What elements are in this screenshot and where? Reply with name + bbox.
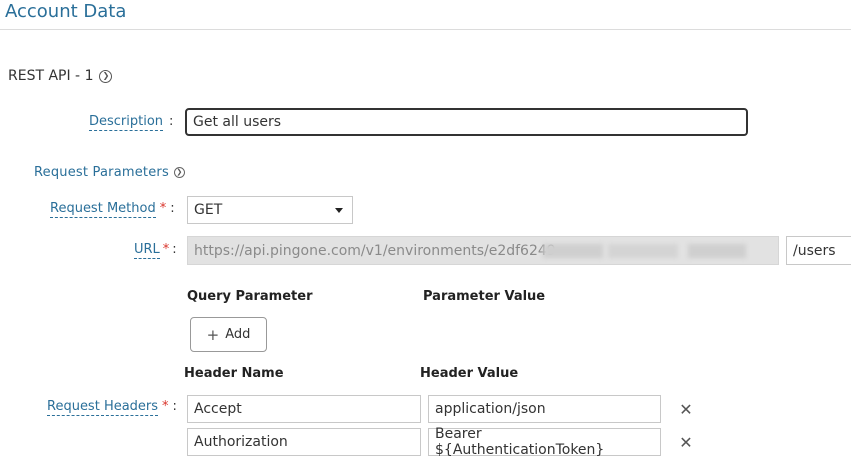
description-label: Description <box>89 114 164 131</box>
header-value-input[interactable]: Bearer ${AuthenticationToken} <box>428 426 661 458</box>
request-method-select[interactable]: GET <box>187 196 353 224</box>
header-name-input[interactable]: Accept <box>187 395 421 423</box>
redacted-block <box>543 244 603 258</box>
header-name-header: Header Name <box>184 366 284 381</box>
remove-header-icon[interactable]: ✕ <box>679 400 693 419</box>
header-name-input[interactable]: Authorization <box>187 428 421 456</box>
description-label-group: Description : <box>89 114 173 131</box>
url-suffix-input[interactable]: /users <box>786 236 851 265</box>
colon: : <box>172 399 177 414</box>
request-method-label: Request Method <box>50 201 156 218</box>
header-value-value: application/json <box>435 401 546 417</box>
request-method-label-group: Request Method * : <box>50 201 175 218</box>
request-parameters-title: Request Parameters <box>34 165 169 180</box>
parameter-value-header: Parameter Value <box>423 289 546 304</box>
header-value-value: Bearer ${AuthenticationToken} <box>435 426 605 458</box>
request-headers-label-group: Request Headers * : <box>47 399 177 416</box>
url-input[interactable]: https://api.pingone.com/v1/environments/… <box>187 236 779 265</box>
url-suffix-value: /users <box>793 242 836 259</box>
request-headers-label: Request Headers <box>47 399 159 416</box>
request-parameters-header: Request Parameters ❯ <box>34 165 185 180</box>
header-value-input[interactable]: application/json <box>428 395 661 423</box>
required-asterisk: * <box>162 242 170 257</box>
query-parameter-header: Query Parameter <box>187 289 313 304</box>
header-name-value: Accept <box>194 401 242 417</box>
colon: : <box>170 201 175 216</box>
url-label: URL <box>134 242 160 259</box>
header-value-header: Header Value <box>420 366 519 381</box>
description-value: Get all users <box>193 114 282 130</box>
section-title: REST API - 1 <box>8 68 94 84</box>
remove-header-icon[interactable]: ✕ <box>679 433 693 452</box>
circle-chevron-icon[interactable]: ❯ <box>99 69 113 83</box>
circle-chevron-icon[interactable]: ❯ <box>173 167 185 178</box>
caret-down-icon <box>335 208 343 213</box>
description-input[interactable]: Get all users <box>185 108 748 136</box>
add-button-label: Add <box>225 327 251 342</box>
colon: : <box>169 114 174 129</box>
url-value: https://api.pingone.com/v1/environments/… <box>194 242 561 259</box>
request-method-value: GET <box>194 202 223 218</box>
redacted-block <box>688 244 746 258</box>
title-divider <box>0 29 851 30</box>
add-query-parameter-button[interactable]: + Add <box>190 317 267 352</box>
url-label-group: URL * : <box>134 242 177 259</box>
plus-icon: + <box>206 325 220 344</box>
section-header: REST API - 1 ❯ <box>8 68 113 84</box>
required-asterisk: * <box>159 201 167 216</box>
page-title: Account Data <box>5 1 127 22</box>
colon: : <box>172 242 177 257</box>
required-asterisk: * <box>162 399 169 414</box>
header-name-value: Authorization <box>194 434 288 450</box>
redacted-block <box>608 244 678 258</box>
